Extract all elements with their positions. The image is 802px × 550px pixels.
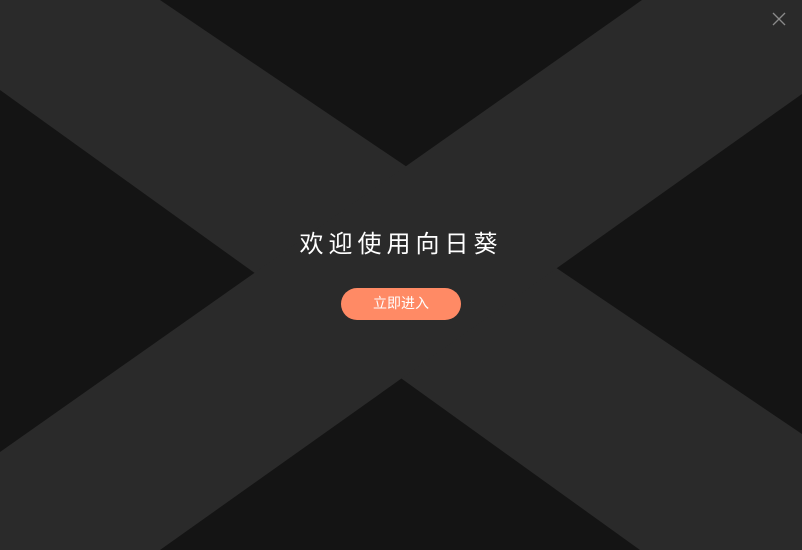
welcome-title: 欢迎使用向日葵 [299,230,503,258]
close-icon [772,12,786,26]
enter-now-button[interactable]: 立即进入 [341,288,461,320]
background-x-shape [0,0,802,550]
close-button[interactable] [770,10,788,28]
welcome-window: 欢迎使用向日葵 立即进入 [0,0,802,550]
